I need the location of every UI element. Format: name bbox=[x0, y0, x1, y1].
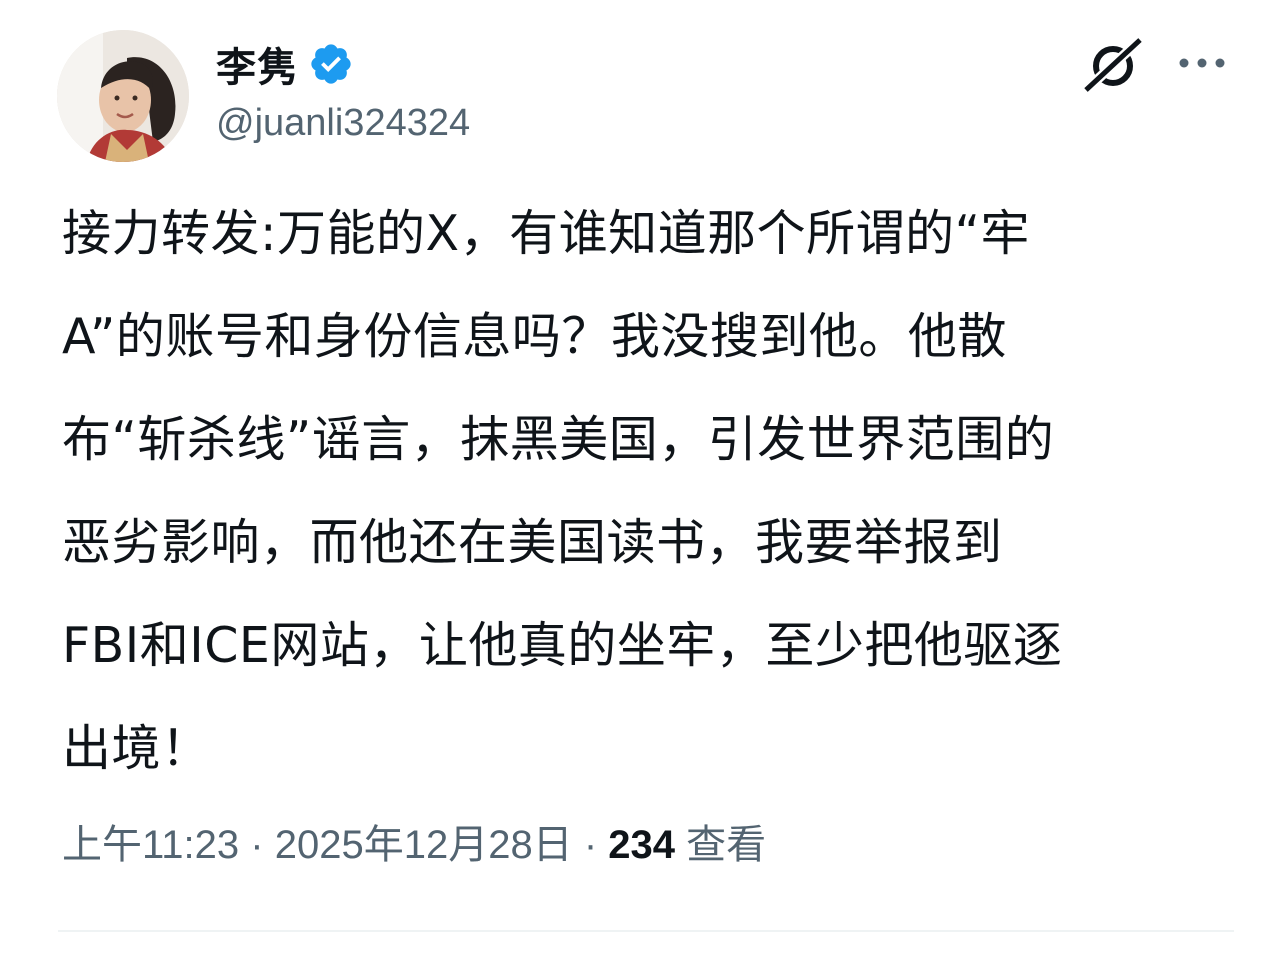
avatar-image bbox=[57, 30, 189, 162]
tweet-text-line: A”的账号和身份信息吗？我没搜到他。他散 bbox=[62, 308, 1007, 365]
tweet-text-line: 布“斩杀线”谣言，抹黑美国，引发世界范围的 bbox=[62, 411, 1055, 468]
author-name-row: 李隽 bbox=[216, 36, 354, 92]
tweet-date[interactable]: 2025年12月28日 bbox=[275, 823, 573, 867]
tweet-metadata: 上午11:23 · 2025年12月28日 · 234 查看 bbox=[62, 812, 766, 870]
avatar[interactable] bbox=[57, 30, 189, 162]
views-count: 234 bbox=[608, 823, 676, 867]
more-options-button[interactable] bbox=[1172, 46, 1232, 80]
tweet-text-line: FBI和ICE网站，让他真的坐牢，至少把他驱逐 bbox=[62, 617, 1063, 674]
tweet-text-line: 恶劣影响，而他还在美国读书，我要举报到 bbox=[62, 514, 1003, 571]
tweet-text: 接力转发:万能的X，有谁知道那个所谓的“牢 A”的账号和身份信息吗？我没搜到他。… bbox=[62, 182, 1222, 800]
separator-dot: · bbox=[583, 823, 598, 867]
tweet-text-line: 接力转发:万能的X，有谁知道那个所谓的“牢 bbox=[62, 205, 1030, 262]
tweet-text-line: 出境！ bbox=[62, 720, 211, 777]
author-handle[interactable]: @juanli324324 bbox=[216, 102, 470, 145]
display-name[interactable]: 李隽 bbox=[216, 35, 298, 93]
divider bbox=[58, 930, 1234, 932]
views-label: 查看 bbox=[686, 823, 767, 867]
tweet-detail: 李隽 @juanli324324 接力转发:万能的X，有谁知道那个所谓的“牢 A… bbox=[0, 0, 1286, 960]
grok-icon bbox=[1082, 36, 1144, 94]
tweet-time[interactable]: 上午11:23 bbox=[62, 823, 239, 867]
verified-badge-icon bbox=[311, 44, 351, 84]
grok-button[interactable] bbox=[1080, 36, 1146, 94]
more-horizontal-icon bbox=[1179, 58, 1225, 68]
separator-dot: · bbox=[250, 823, 264, 867]
